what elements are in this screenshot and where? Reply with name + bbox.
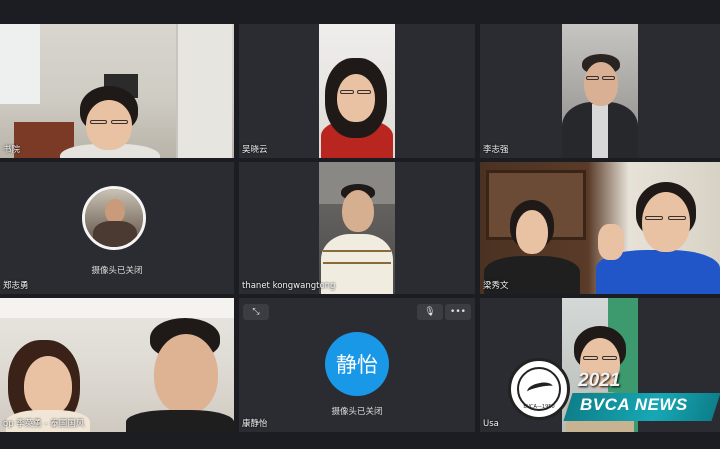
bvca-seal-logo: BVCA—1950 bbox=[508, 358, 570, 420]
participant-tile[interactable]: 李志强 bbox=[480, 24, 720, 158]
participant-tile[interactable]: 吴晓云 bbox=[239, 24, 475, 158]
expand-icon[interactable]: ⤡ bbox=[243, 304, 269, 320]
camera-off-label: 摄像头已关闭 bbox=[91, 266, 143, 276]
cabinet bbox=[176, 24, 232, 158]
participant-tile[interactable]: 梁秀文 bbox=[480, 162, 720, 294]
watermark-year: 2021 bbox=[578, 370, 621, 391]
participant-tile[interactable]: ⤡ 🎙 ••• 静怡 摄像头已关闭 康静怡 bbox=[239, 298, 475, 432]
camera-off-label: 摄像头已关闭 bbox=[331, 407, 383, 417]
participant-name: 李志强 bbox=[483, 145, 509, 155]
participant-tile[interactable]: 摄像头已关闭 郑志勇 bbox=[0, 162, 234, 294]
participant-tile[interactable]: 书院 bbox=[0, 24, 234, 158]
more-options-icon[interactable]: ••• bbox=[445, 304, 471, 320]
participant-name: 梁秀文 bbox=[483, 281, 509, 291]
seal-text: BVCA—1950 bbox=[523, 404, 555, 410]
video-feed bbox=[319, 24, 395, 158]
participant-tile[interactable]: op 李英勇 - 泰国国风 bbox=[0, 298, 234, 432]
participant-name: op 李英勇 - 泰国国风 bbox=[3, 419, 85, 429]
window bbox=[0, 24, 40, 104]
ceiling bbox=[0, 298, 234, 318]
video-feed bbox=[319, 162, 395, 294]
participant-name: 书院 bbox=[3, 145, 21, 155]
participant-name: 吴晓云 bbox=[242, 145, 268, 155]
participant-name: thanet kongwangtong bbox=[242, 281, 336, 291]
participant-name: 郑志勇 bbox=[3, 281, 29, 291]
participant-name: Usa bbox=[483, 419, 499, 429]
waving-hand bbox=[598, 224, 624, 260]
microphone-icon[interactable]: 🎙 bbox=[417, 304, 443, 320]
participant-tile[interactable]: thanet kongwangtong bbox=[239, 162, 475, 294]
watermark-brand: BVCA NEWS bbox=[580, 395, 688, 414]
avatar bbox=[82, 186, 146, 250]
initials-avatar: 静怡 bbox=[325, 332, 389, 396]
participant-name: 康静怡 bbox=[242, 419, 268, 429]
video-feed bbox=[562, 24, 638, 158]
